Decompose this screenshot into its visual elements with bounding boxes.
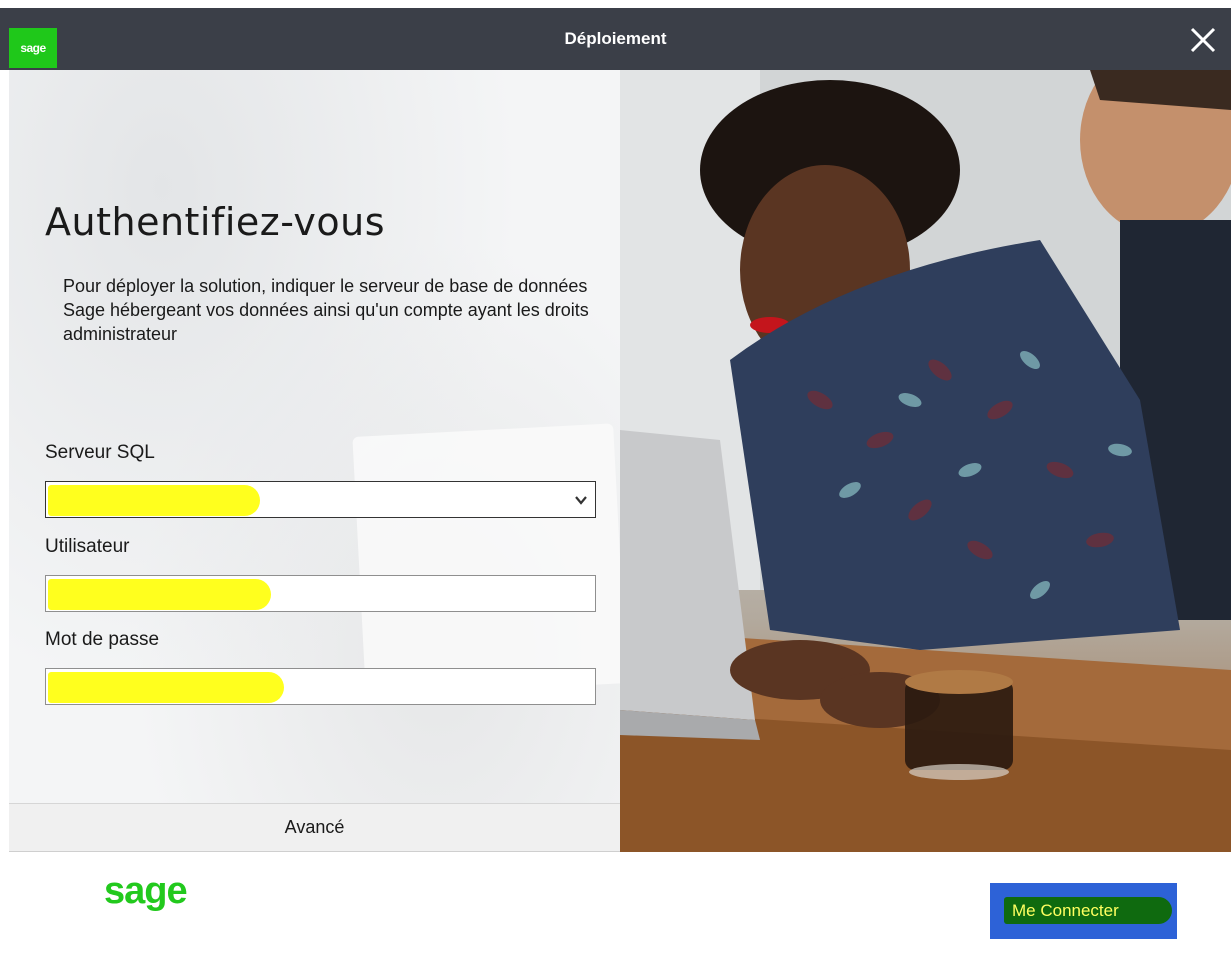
user-input[interactable] (45, 575, 596, 612)
title-bar: sage Déploiement (0, 8, 1231, 70)
hero-illustration (620, 70, 1231, 852)
advanced-label: Avancé (284, 817, 345, 837)
background-decoration (352, 423, 620, 697)
hero-photo (620, 70, 1231, 852)
redacted-value (48, 672, 284, 703)
password-label: Mot de passe (45, 629, 160, 650)
window-title: Déploiement (564, 29, 667, 48)
advanced-button[interactable]: Avancé (9, 803, 620, 852)
sql-server-select[interactable] (45, 481, 596, 518)
page-description: Pour déployer la solution, indiquer le s… (63, 276, 589, 344)
connect-button-label: Me Connecter (1012, 901, 1119, 920)
sage-brand-logo: sage (104, 870, 188, 912)
chevron-down-icon[interactable] (573, 492, 589, 508)
redacted-value (48, 579, 271, 610)
redacted-value (48, 485, 260, 516)
sql-server-label: Serveur SQL (45, 442, 155, 463)
connect-button[interactable]: Me Connecter (990, 883, 1177, 939)
password-input[interactable] (45, 668, 596, 705)
close-button[interactable] (1183, 20, 1223, 60)
user-label: Utilisateur (45, 536, 130, 557)
sage-logo-icon: sage (9, 28, 57, 68)
page-title: Authentifiez-vous (45, 200, 386, 244)
close-icon (1190, 27, 1216, 53)
auth-panel: Authentifiez-vous Pour déployer la solut… (9, 70, 620, 852)
